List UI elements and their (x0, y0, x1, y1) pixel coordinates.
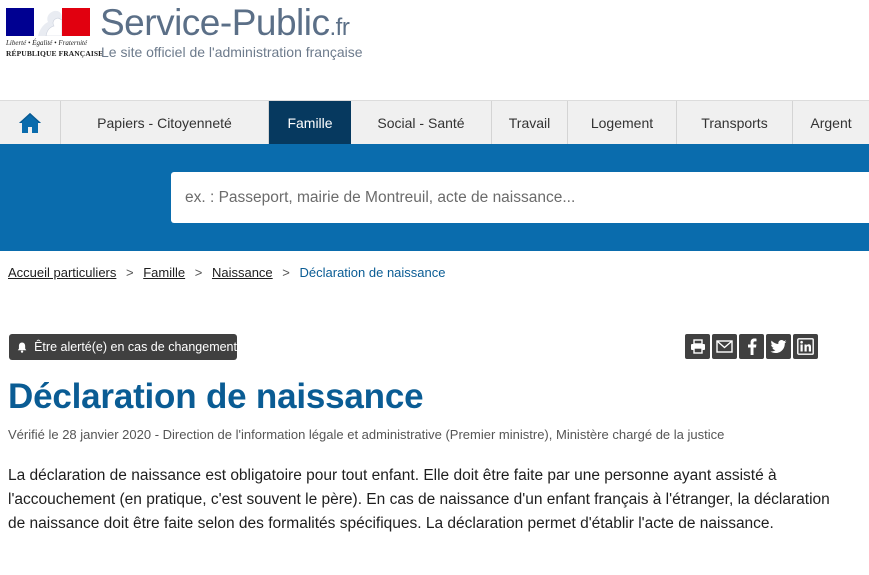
page-title: Déclaration de naissance (8, 377, 424, 416)
site-tagline: Le site officiel de l'administration fra… (101, 44, 363, 60)
nav-logement[interactable]: Logement (568, 101, 677, 144)
home-icon (19, 112, 41, 133)
nav-famille[interactable]: Famille (269, 101, 351, 144)
facebook-icon (747, 338, 756, 355)
bell-icon (17, 341, 27, 353)
page-meta: Vérifié le 28 janvier 2020 - Direction d… (8, 427, 725, 442)
twitter-button[interactable] (766, 334, 791, 359)
linkedin-icon (797, 338, 814, 355)
share-toolbar (685, 334, 818, 359)
breadcrumb-separator: > (282, 265, 290, 280)
main-nav: Papiers - Citoyenneté Famille Social - S… (0, 100, 869, 144)
breadcrumb-current: Déclaration de naissance (299, 265, 446, 280)
print-icon (690, 339, 705, 354)
logo-devise: Liberté • Égalité • Fraternité (6, 39, 88, 47)
nav-travail[interactable]: Travail (492, 101, 568, 144)
twitter-icon (770, 339, 787, 353)
site-header: Liberté • Égalité • Fraternité RÉPUBLIQU… (0, 0, 869, 100)
nav-social-sante[interactable]: Social - Santé (351, 101, 492, 144)
flag-icon (6, 8, 90, 37)
email-icon (716, 340, 733, 353)
breadcrumb: Accueil particuliers > Famille > Naissan… (8, 265, 446, 280)
alert-label: Être alerté(e) en cas de changement (34, 340, 237, 354)
logo-republique: RÉPUBLIQUE FRANÇAISE (6, 49, 104, 58)
marianne-profile-icon (38, 10, 63, 37)
email-button[interactable] (712, 334, 737, 359)
print-button[interactable] (685, 334, 710, 359)
nav-transports[interactable]: Transports (677, 101, 793, 144)
facebook-button[interactable] (739, 334, 764, 359)
brand-suffix: .fr (329, 14, 350, 41)
search-input[interactable] (171, 172, 869, 223)
alert-button[interactable]: Être alerté(e) en cas de changement (9, 334, 237, 360)
nav-argent[interactable]: Argent (793, 101, 869, 144)
breadcrumb-accueil[interactable]: Accueil particuliers (8, 265, 116, 280)
breadcrumb-famille[interactable]: Famille (143, 265, 185, 280)
breadcrumb-separator: > (126, 265, 134, 280)
site-brand[interactable]: Service-Public.fr (100, 2, 350, 44)
breadcrumb-naissance[interactable]: Naissance (212, 265, 273, 280)
page-intro: La déclaration de naissance est obligato… (8, 467, 830, 532)
nav-home[interactable] (0, 101, 61, 144)
search-band (0, 144, 869, 251)
marianne-logo[interactable]: Liberté • Égalité • Fraternité RÉPUBLIQU… (6, 8, 103, 60)
breadcrumb-separator: > (194, 265, 203, 280)
nav-papiers-citoyennete[interactable]: Papiers - Citoyenneté (61, 101, 269, 144)
brand-main: Service-Public (100, 2, 330, 43)
linkedin-button[interactable] (793, 334, 818, 359)
